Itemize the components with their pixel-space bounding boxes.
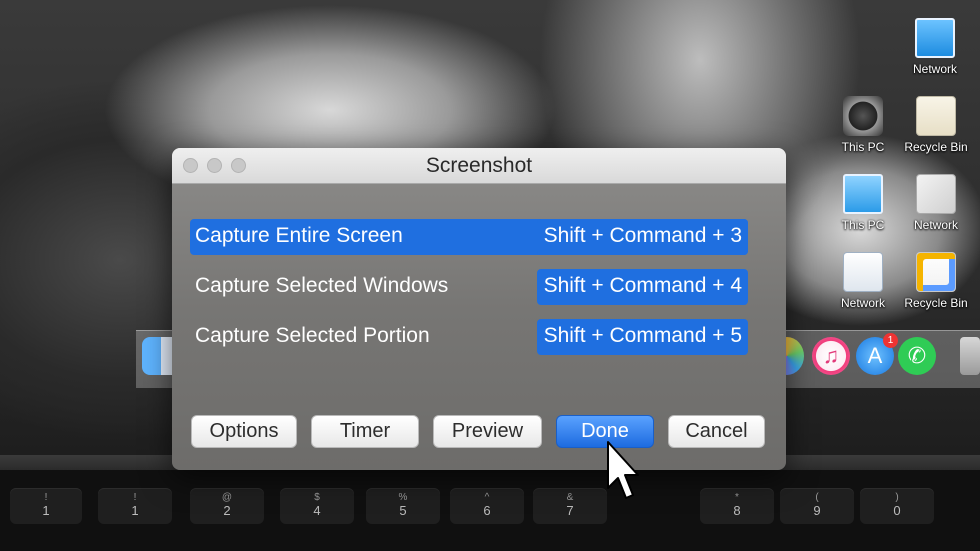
option-label: Capture Selected Windows	[195, 274, 449, 297]
desktop-icon-network-2[interactable]: Network	[896, 174, 976, 232]
desktop-icon-network-3[interactable]: Network	[823, 252, 903, 310]
desktop-icon-this-pc-1[interactable]: This PC	[823, 96, 903, 154]
desktop-icon-label: Network	[840, 296, 885, 310]
keyboard-key: (9	[780, 488, 854, 524]
preview-button[interactable]: Preview	[433, 415, 542, 448]
screenshot-window: Screenshot Capture Entire Screen Shift +…	[172, 148, 786, 470]
keyboard-key: & 7	[533, 488, 607, 524]
window-title: Screenshot	[425, 154, 533, 177]
option-capture-entire-screen[interactable]: Capture Entire Screen Shift + Command + …	[190, 219, 748, 255]
timer-button[interactable]: Timer	[311, 415, 419, 448]
itunes-icon[interactable]: ♫	[812, 337, 850, 375]
whatsapp-icon[interactable]: ✆	[898, 337, 936, 375]
keyboard-key: ! 1	[10, 488, 82, 524]
trash-icon[interactable]	[960, 337, 980, 375]
option-shortcut: Shift + Command + 4	[536, 269, 748, 305]
document-icon	[843, 252, 883, 292]
desktop-icon-label: Recycle Bin	[904, 296, 968, 310]
desktop-icon-label: Recycle Bin	[904, 140, 968, 154]
keyboard-key: $4	[280, 488, 354, 524]
desktop-icon-recycle-bin-1[interactable]: Recycle Bin	[896, 96, 976, 154]
keyboard-key: * 8	[700, 488, 774, 524]
desktop-icon-network-1[interactable]: Network	[895, 18, 975, 76]
notes-icon	[916, 252, 956, 292]
app-store-badge: 1	[883, 333, 898, 348]
option-capture-selected-portion[interactable]: Capture Selected Portion Shift + Command…	[190, 319, 748, 355]
keyboard: ! 1 ! 1 @2 $4 % 5 ^ 6 & 7 * 8 (9 ) 0	[0, 470, 980, 551]
monitor-icon	[915, 18, 955, 58]
document-icon	[916, 96, 956, 136]
desktop-icon-label: Network	[912, 62, 957, 76]
desktop-icon-label: Network	[913, 218, 958, 232]
option-capture-selected-windows[interactable]: Capture Selected Windows Shift + Command…	[190, 269, 748, 305]
desktop-icon-this-pc-2[interactable]: This PC	[823, 174, 903, 232]
keyboard-key: ! 1	[98, 488, 172, 524]
keyboard-key: ) 0	[860, 488, 934, 524]
desktop-icon-label: This PC	[841, 218, 885, 232]
option-shortcut: Shift + Command + 3	[536, 219, 748, 255]
mouse-pointer-icon	[607, 441, 639, 499]
option-shortcut: Shift + Command + 5	[536, 319, 748, 355]
keyboard-key: ^ 6	[450, 488, 524, 524]
speaker-icon	[843, 96, 883, 136]
app-store-icon[interactable]: A1	[856, 333, 898, 375]
keyboard-key: % 5	[366, 488, 440, 524]
title-bar: Screenshot	[172, 148, 786, 184]
keyboard-key: @2	[190, 488, 264, 524]
desktop-icon-recycle-bin-2[interactable]: Recycle Bin	[896, 252, 976, 310]
pen-icon	[916, 174, 956, 214]
option-label: Capture Entire Screen	[195, 224, 403, 247]
desktop-icon-label: This PC	[841, 140, 885, 154]
option-label: Capture Selected Portion	[195, 324, 430, 347]
monitor-icon	[843, 174, 883, 214]
cancel-button[interactable]: Cancel	[668, 415, 765, 448]
options-button[interactable]: Options	[191, 415, 297, 448]
